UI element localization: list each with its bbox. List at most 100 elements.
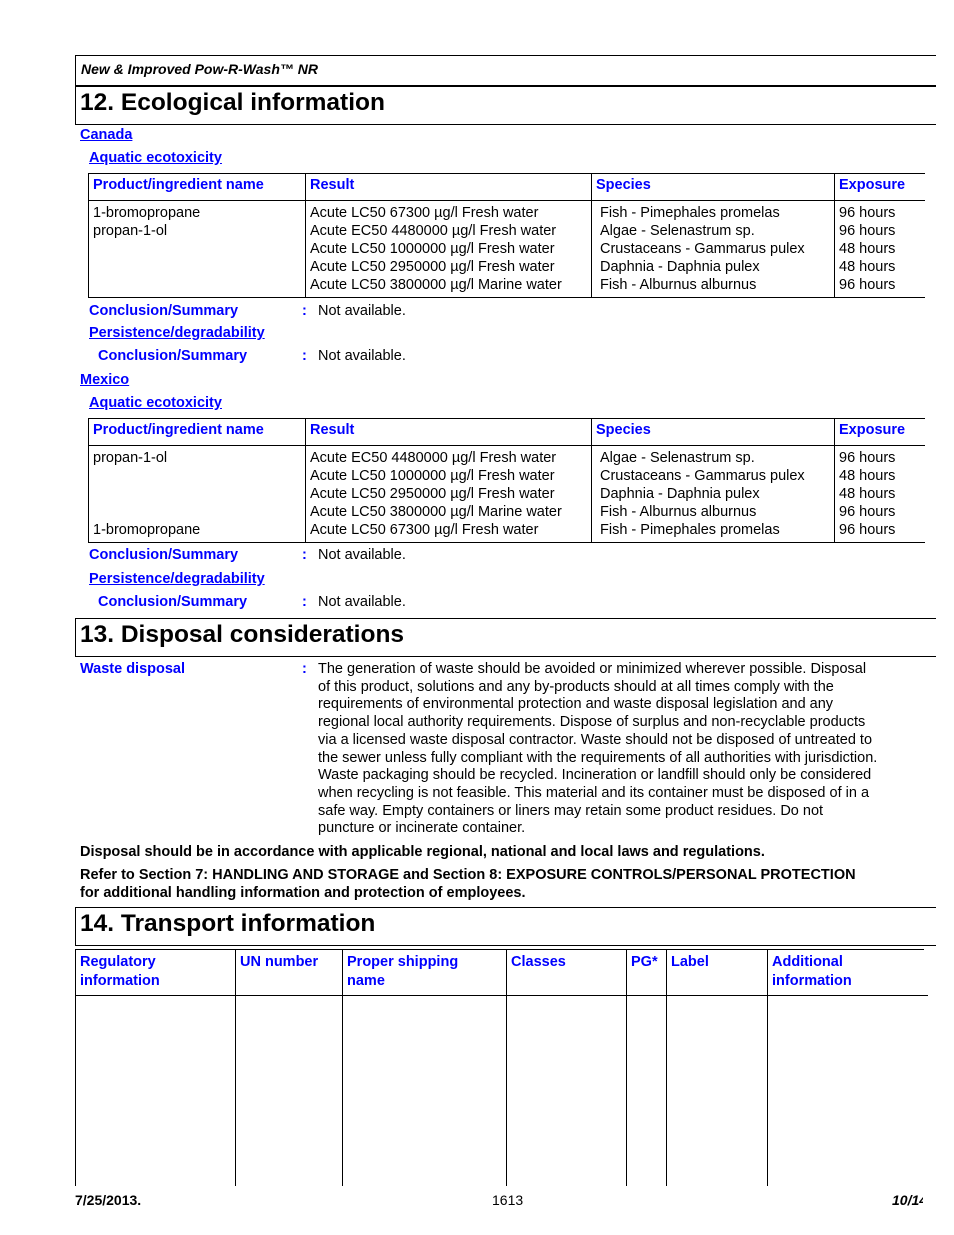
waste-line: via a licensed waste disposal contractor…	[318, 731, 873, 748]
cell-product-names: 1-bromopropane propan-1-ol	[88, 200, 306, 298]
result-cell: Acute LC50 2950000 µg/l Fresh water	[310, 259, 555, 275]
species-cell: Crustaceans - Gammarus pulex	[600, 241, 805, 257]
product-name-cell: 1-bromopropane	[93, 522, 201, 538]
section-12-title: 12. Ecological information	[80, 89, 385, 116]
transport-table: Regulatory information UN number Proper s…	[75, 950, 928, 1186]
waste-disposal-label: Waste disposal	[80, 661, 186, 677]
exposure-cell: 48 hours	[839, 259, 896, 275]
table-header-row: Product/ingredient name Result Species E…	[88, 418, 925, 446]
waste-line: of this product, solutions and any by-pr…	[318, 678, 834, 695]
waste-disposal-text: The generation of waste should be avoide…	[318, 661, 923, 838]
col-header-pg: PG*	[626, 950, 667, 996]
product-name-cell	[93, 467, 301, 485]
exposure-cell: 96 hours	[839, 522, 896, 538]
exposure-cell: 96 hours	[839, 277, 896, 293]
section-14-header: 14. Transport information	[75, 907, 936, 946]
cell-species: Algae - Selenastrum sp. Crustaceans - Ga…	[591, 445, 835, 543]
empty-cell	[666, 995, 768, 1186]
waste-line: requirements of environmental protection…	[318, 696, 834, 713]
result-cell: Acute LC50 67300 µg/l Fresh water	[310, 522, 539, 538]
footer-date: 7/25/2013.	[75, 1192, 142, 1208]
canada-persistence-link[interactable]: Persistence/degradability	[89, 325, 265, 341]
result-cell: Acute LC50 3800000 µg/l Marine water	[310, 504, 562, 520]
table-header-row: Product/ingredient name Result Species E…	[88, 173, 925, 201]
empty-cell	[767, 995, 928, 1186]
cell-product-names: propan-1-ol 1-bromopropane	[88, 445, 306, 543]
col-header-product: Product/ingredient name	[88, 173, 306, 201]
waste-line: Waste packaging should be recycled. Inci…	[318, 767, 872, 784]
cell-exposure: 96 hours 48 hours 48 hours 96 hours 96 h…	[834, 445, 925, 543]
col-header-label: Label	[666, 950, 768, 996]
waste-line: puncture or incinerate container.	[318, 820, 526, 837]
product-header: New & Improved Pow-R-Wash™ NR	[75, 55, 936, 86]
mexico-conclusion-value: Not available.	[318, 547, 406, 563]
col-header-result: Result	[305, 173, 592, 201]
result-cell: Acute LC50 2950000 µg/l Fresh water	[310, 486, 555, 502]
product-name: New & Improved Pow-R-Wash™ NR	[81, 61, 318, 77]
exposure-cell: 48 hours	[839, 468, 896, 484]
exposure-cell: 96 hours	[839, 504, 896, 520]
waste-line: The generation of waste should be avoide…	[318, 661, 867, 677]
mexico-persistence-conclusion-value: Not available.	[318, 594, 406, 610]
species-cell: Fish - Alburnus alburnus	[600, 504, 757, 520]
canada-aquatic-ecotoxicity-link[interactable]: Aquatic ecotoxicity	[89, 150, 222, 166]
result-cell: Acute LC50 1000000 µg/l Fresh water	[310, 241, 555, 257]
col-header-additional: Additional information	[767, 950, 928, 996]
result-cell: Acute EC50 4480000 µg/l Fresh water	[310, 450, 557, 466]
refer-note-line2: for additional handling information and …	[80, 885, 526, 901]
col-header-species: Species	[591, 418, 835, 446]
footer-page-number: 10/14	[892, 1192, 923, 1208]
refer-note-line1: Refer to Section 7: HANDLING AND STORAGE…	[80, 867, 856, 883]
col-header-classes: Classes	[506, 950, 627, 996]
species-cell: Daphnia - Daphnia pulex	[600, 486, 760, 502]
exposure-cell: 96 hours	[839, 205, 896, 221]
mexico-persistence-link[interactable]: Persistence/degradability	[89, 571, 265, 587]
canada-conclusion-value: Not available.	[318, 303, 406, 319]
table-row: propan-1-ol 1-bromopropane Acute EC50 44…	[88, 445, 925, 543]
mexico-aquatic-ecotoxicity-link[interactable]: Aquatic ecotoxicity	[89, 395, 222, 411]
transport-table-top-border	[75, 949, 924, 950]
canada-conclusion-label: Conclusion/Summary	[89, 303, 239, 319]
colon: :	[302, 348, 307, 364]
mexico-link[interactable]: Mexico	[80, 372, 129, 388]
table-row	[75, 995, 928, 1186]
mexico-ecotoxicity-table: Product/ingredient name Result Species E…	[88, 418, 925, 543]
colon: :	[302, 547, 307, 563]
exposure-cell: 48 hours	[839, 486, 896, 502]
species-cell: Daphnia - Daphnia pulex	[600, 259, 760, 275]
exposure-cell: 96 hours	[839, 450, 896, 466]
species-cell: Fish - Alburnus alburnus	[600, 277, 757, 293]
species-cell: Fish - Pimephales promelas	[600, 205, 780, 221]
mexico-persistence-conclusion-label: Conclusion/Summary	[98, 594, 248, 610]
exposure-cell: 48 hours	[839, 241, 896, 257]
result-cell: Acute LC50 1000000 µg/l Fresh water	[310, 468, 555, 484]
result-cell: Acute LC50 3800000 µg/l Marine water	[310, 277, 562, 293]
section-13-title: 13. Disposal considerations	[80, 621, 405, 648]
col-header-un-number: UN number	[235, 950, 343, 996]
empty-cell	[506, 995, 627, 1186]
species-cell: Algae - Selenastrum sp.	[600, 450, 755, 466]
empty-cell	[342, 995, 507, 1186]
species-cell: Crustaceans - Gammarus pulex	[600, 468, 805, 484]
section-13-header: 13. Disposal considerations	[75, 618, 936, 657]
waste-line: regional local authority requirements. D…	[318, 714, 866, 731]
product-name-cell	[93, 503, 301, 521]
waste-line: when recycling is not feasible. This mat…	[318, 784, 870, 801]
footer-page-code: 1613	[492, 1192, 524, 1208]
product-name-cell: propan-1-ol	[93, 223, 168, 239]
exposure-cell: 96 hours	[839, 223, 896, 239]
canada-link[interactable]: Canada	[80, 127, 132, 143]
section-12-header: 12. Ecological information	[75, 86, 936, 125]
col-header-regulatory: Regulatory information	[75, 950, 236, 996]
cell-results: Acute EC50 4480000 µg/l Fresh water Acut…	[305, 445, 592, 543]
cell-exposure: 96 hours 96 hours 48 hours 48 hours 96 h…	[834, 200, 925, 298]
col-header-product: Product/ingredient name	[88, 418, 306, 446]
species-cell: Fish - Pimephales promelas	[600, 522, 780, 538]
result-cell: Acute EC50 4480000 µg/l Fresh water	[310, 223, 557, 239]
empty-cell	[75, 995, 236, 1186]
col-header-exposure: Exposure	[834, 173, 925, 201]
colon: :	[302, 661, 307, 677]
table-header-row: Regulatory information UN number Proper s…	[75, 950, 928, 996]
cell-results: Acute LC50 67300 µg/l Fresh water Acute …	[305, 200, 592, 298]
species-cell: Algae - Selenastrum sp.	[600, 223, 755, 239]
